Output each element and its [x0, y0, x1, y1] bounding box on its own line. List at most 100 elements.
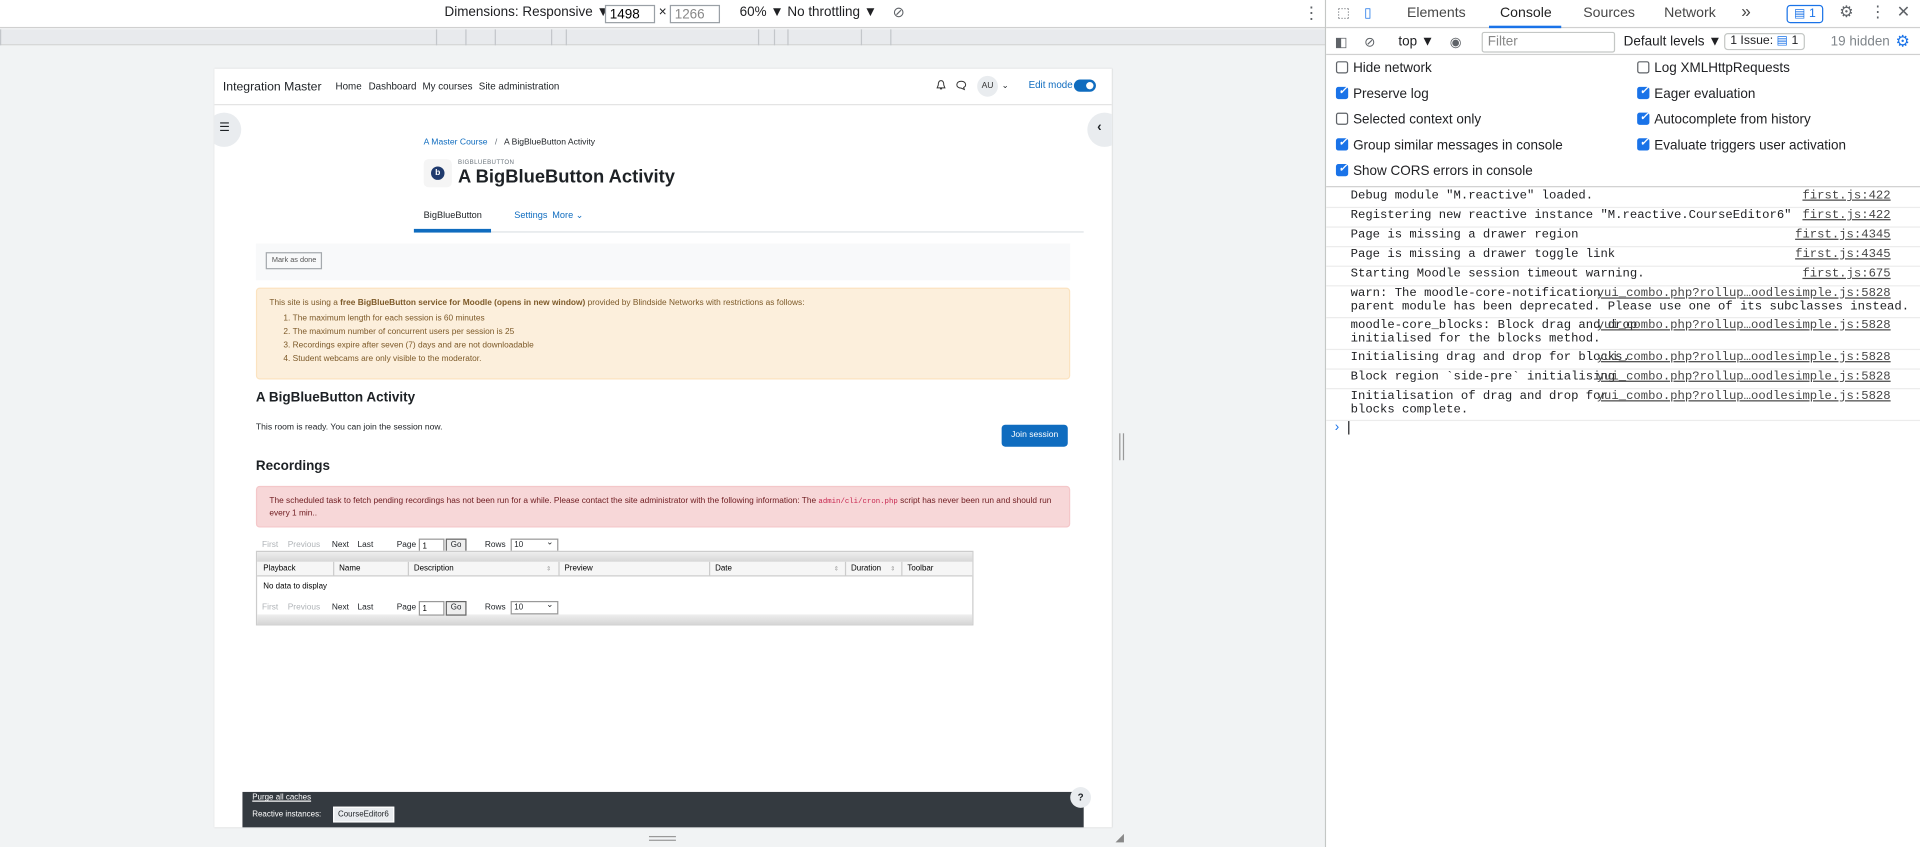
option-evaluate-triggers-user-activation[interactable]: Evaluate triggers user activation — [1637, 136, 1846, 153]
source-link[interactable]: yui_combo.php?rollup…oodlesimple.js:5828 — [1597, 352, 1891, 366]
nav-my-courses[interactable]: My courses — [422, 81, 472, 92]
dimensions-dropdown[interactable]: Dimensions: Responsive ▼ — [444, 5, 609, 20]
nav-site-administration[interactable]: Site administration — [479, 81, 560, 92]
option-eager-evaluation[interactable]: Eager evaluation — [1637, 84, 1755, 102]
source-link[interactable]: first.js:422 — [1802, 190, 1890, 204]
option-show-cors-errors-in-console[interactable]: Show CORS errors in console — [1335, 162, 1533, 179]
sort-icon[interactable]: ⇕ — [546, 565, 551, 572]
free-service-link[interactable]: free BigBlueButton service for Moodle (o… — [340, 299, 585, 308]
sort-icon[interactable]: ⇕ — [834, 565, 839, 572]
tab-more[interactable]: More ⌄ — [552, 209, 583, 220]
join-session-button[interactable]: Join session — [1001, 424, 1068, 447]
gear-icon[interactable]: ⚙ — [1896, 32, 1910, 52]
console-input[interactable] — [1348, 421, 1350, 435]
option-preserve-log[interactable]: Preserve log — [1335, 84, 1429, 102]
more-options-icon[interactable]: ⋮ — [1870, 2, 1886, 22]
throttling-dropdown[interactable]: No throttling ▼ — [787, 5, 877, 20]
log-levels-dropdown[interactable]: Default levels ▼ — [1624, 34, 1722, 49]
tab-sources[interactable]: Sources — [1583, 6, 1635, 21]
column-description[interactable]: Description — [414, 564, 454, 573]
gear-icon[interactable]: ⚙ — [1839, 2, 1853, 22]
tab-elements[interactable]: Elements — [1407, 6, 1466, 21]
more-options-icon[interactable]: ⋮ — [1303, 2, 1320, 23]
pager-next[interactable]: Next — [332, 541, 349, 550]
column-toolbar[interactable]: Toolbar — [907, 564, 933, 573]
sidebar-toggle-icon[interactable]: ◧ — [1335, 34, 1348, 50]
pager-last[interactable]: Last — [358, 541, 374, 550]
source-link[interactable]: yui_combo.php?rollup…oodlesimple.js:5828 — [1597, 391, 1891, 405]
site-name[interactable]: Integration Master — [223, 81, 322, 94]
rows-select[interactable]: 10 — [510, 600, 559, 615]
option-hide-network[interactable]: Hide network — [1335, 61, 1432, 76]
messages-badge[interactable]: ▤ 1 — [1786, 4, 1824, 24]
checkbox[interactable] — [1335, 112, 1349, 125]
avatar[interactable]: AU — [977, 75, 998, 97]
filter-input[interactable]: Filter — [1481, 31, 1616, 53]
source-link[interactable]: yui_combo.php?rollup…oodlesimple.js:5828 — [1597, 288, 1891, 302]
checkbox[interactable] — [1637, 84, 1650, 100]
reactive-instance-button[interactable]: CourseEditor6 — [333, 806, 394, 823]
source-link[interactable]: yui_combo.php?rollup…oodlesimple.js:5828 — [1597, 371, 1891, 385]
resize-handle-right[interactable] — [1119, 433, 1125, 461]
pager-last[interactable]: Last — [358, 603, 374, 612]
chat-icon[interactable] — [955, 80, 967, 91]
checkbox[interactable] — [1335, 162, 1349, 177]
media-query-ruler[interactable] — [0, 29, 1327, 46]
clear-console-icon[interactable]: ⊘ — [1364, 34, 1375, 50]
issues-button[interactable]: 1 Issue: ▤ 1 — [1724, 33, 1805, 51]
tab-network[interactable]: Network — [1664, 6, 1716, 21]
zoom-dropdown[interactable]: 60% ▼ — [740, 5, 784, 20]
checkbox[interactable] — [1637, 110, 1650, 125]
pager-first: First — [262, 603, 279, 612]
column-preview[interactable]: Preview — [564, 564, 592, 573]
viewport-height-input[interactable] — [669, 4, 721, 24]
more-tabs-icon[interactable]: » — [1741, 1, 1751, 21]
resize-handle-bottom[interactable] — [648, 835, 676, 841]
device-toolbar-icon[interactable]: ▯ — [1364, 5, 1371, 21]
inspect-element-icon[interactable]: ⬚ — [1337, 5, 1350, 21]
help-button[interactable]: ? — [1070, 787, 1092, 808]
page-title: A BigBlueButton Activity — [457, 166, 675, 188]
column-duration[interactable]: Duration — [851, 564, 881, 573]
tab-console[interactable]: Console — [1500, 6, 1552, 21]
checkbox[interactable] — [1335, 136, 1349, 151]
option-selected-context-only[interactable]: Selected context only — [1335, 112, 1481, 127]
column-name[interactable]: Name — [339, 564, 360, 573]
go-button[interactable]: Go — [445, 600, 467, 616]
context-dropdown[interactable]: top ▼ — [1398, 34, 1434, 49]
source-link[interactable]: first.js:4345 — [1795, 229, 1891, 243]
source-link[interactable]: first.js:422 — [1802, 210, 1890, 224]
option-group-similar-messages-in-console[interactable]: Group similar messages in console — [1335, 136, 1563, 153]
tab-settings[interactable]: Settings — [514, 209, 547, 220]
nav-home[interactable]: Home — [336, 81, 362, 92]
source-link[interactable]: first.js:675 — [1802, 269, 1890, 282]
eye-icon[interactable]: ◉ — [1450, 34, 1462, 50]
option-log-xmlhttprequests[interactable]: Log XMLHttpRequests — [1637, 61, 1790, 76]
rotate-icon[interactable]: ⊘ — [893, 4, 905, 21]
checkbox[interactable] — [1335, 61, 1349, 74]
checkbox[interactable] — [1335, 84, 1349, 100]
mark-as-done-button[interactable]: Mark as done — [265, 252, 323, 270]
page-number-input[interactable] — [418, 600, 445, 616]
pager-next[interactable]: Next — [332, 603, 349, 612]
nav-dashboard[interactable]: Dashboard — [369, 81, 417, 92]
viewport-width-input[interactable] — [604, 4, 656, 24]
source-link[interactable]: yui_combo.php?rollup…oodlesimple.js:5828 — [1597, 320, 1891, 334]
option-autocomplete-from-history[interactable]: Autocomplete from history — [1637, 110, 1811, 127]
checkbox[interactable] — [1637, 136, 1650, 151]
edit-mode-toggle[interactable] — [1073, 79, 1096, 92]
column-playback[interactable]: Playback — [263, 564, 295, 573]
purge-caches-link[interactable]: Purge all caches — [252, 793, 311, 802]
course-index-drawer-toggle[interactable]: ☰ — [214, 112, 242, 147]
column-date[interactable]: Date — [715, 564, 732, 573]
bell-icon[interactable] — [936, 80, 947, 91]
chevron-down-icon[interactable]: ⌄ — [1002, 81, 1009, 91]
close-icon[interactable]: ✕ — [1897, 2, 1910, 22]
source-link[interactable]: first.js:4345 — [1795, 249, 1891, 263]
block-drawer-toggle[interactable]: ‹ — [1087, 112, 1112, 147]
resize-corner-icon[interactable]: ◢ — [1116, 831, 1124, 844]
tab-bigbluebutton[interactable]: BigBlueButton — [424, 209, 482, 220]
breadcrumb-course-link[interactable]: A Master Course — [424, 138, 488, 147]
sort-icon[interactable]: ⇕ — [890, 565, 895, 572]
checkbox[interactable] — [1637, 61, 1650, 74]
